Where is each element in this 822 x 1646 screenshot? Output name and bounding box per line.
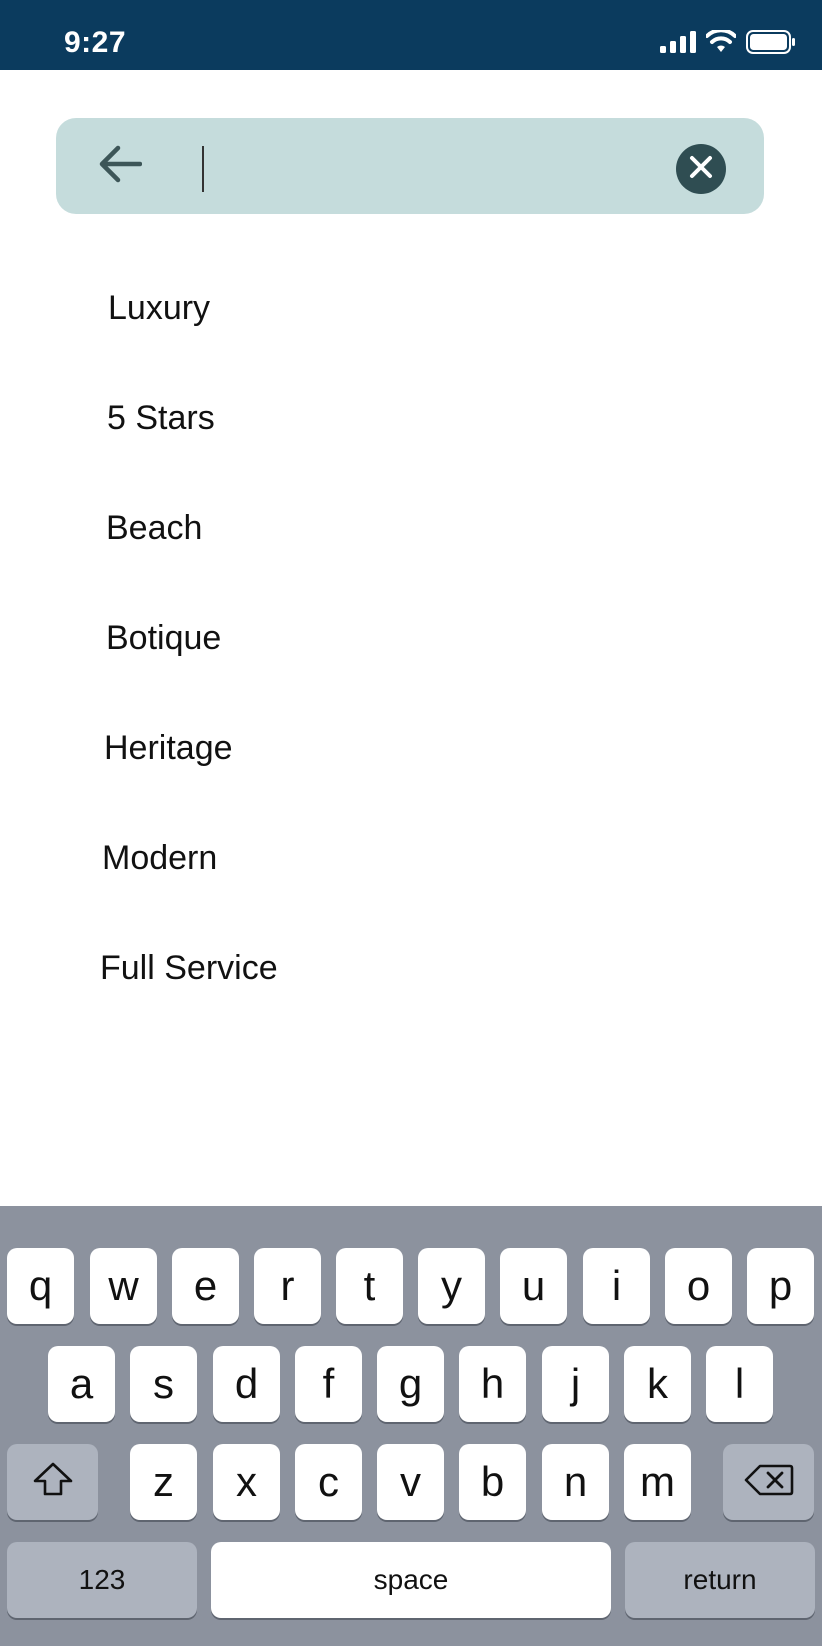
key-a[interactable]: a <box>48 1346 115 1422</box>
status-icons <box>660 28 796 59</box>
key-r[interactable]: r <box>254 1248 321 1324</box>
key-h[interactable]: h <box>459 1346 526 1422</box>
key-w[interactable]: w <box>90 1248 157 1324</box>
return-key[interactable]: return <box>625 1542 815 1618</box>
clear-circle-icon <box>689 155 713 184</box>
key-m[interactable]: m <box>624 1444 691 1520</box>
suggestion-item-beach[interactable]: Beach <box>106 508 202 548</box>
signal-icon <box>660 31 696 58</box>
key-x[interactable]: x <box>213 1444 280 1520</box>
key-k[interactable]: k <box>624 1346 691 1422</box>
search-input[interactable] <box>202 138 702 194</box>
search-bar <box>56 118 764 214</box>
status-bar: 9:27 <box>0 0 822 70</box>
space-key[interactable]: space <box>211 1542 611 1618</box>
key-q[interactable]: q <box>7 1248 74 1324</box>
wifi-icon <box>705 28 737 59</box>
key-d[interactable]: d <box>213 1346 280 1422</box>
backspace-icon <box>744 1458 794 1506</box>
key-y[interactable]: y <box>418 1248 485 1324</box>
key-z[interactable]: z <box>130 1444 197 1520</box>
suggestion-item-heritage[interactable]: Heritage <box>104 728 233 768</box>
suggestion-item-full-service[interactable]: Full Service <box>100 948 278 988</box>
key-g[interactable]: g <box>377 1346 444 1422</box>
key-j[interactable]: j <box>542 1346 609 1422</box>
suggestion-item-luxury[interactable]: Luxury <box>108 288 210 328</box>
key-n[interactable]: n <box>542 1444 609 1520</box>
numbers-key[interactable]: 123 <box>7 1542 197 1618</box>
shift-icon <box>32 1458 74 1506</box>
shift-key[interactable] <box>7 1444 98 1520</box>
keyboard: q w e r t y u i o p a s d f g h j k l z … <box>0 1206 822 1646</box>
key-c[interactable]: c <box>295 1444 362 1520</box>
text-cursor <box>202 146 204 192</box>
suggestion-item-5-stars[interactable]: 5 Stars <box>107 398 215 438</box>
key-t[interactable]: t <box>336 1248 403 1324</box>
key-f[interactable]: f <box>295 1346 362 1422</box>
key-p[interactable]: p <box>747 1248 814 1324</box>
status-time: 9:27 <box>64 26 127 59</box>
suggestion-item-botique[interactable]: Botique <box>106 618 221 658</box>
key-b[interactable]: b <box>459 1444 526 1520</box>
key-v[interactable]: v <box>377 1444 444 1520</box>
suggestion-item-modern[interactable]: Modern <box>102 838 217 878</box>
key-o[interactable]: o <box>665 1248 732 1324</box>
key-i[interactable]: i <box>583 1248 650 1324</box>
key-u[interactable]: u <box>500 1248 567 1324</box>
battery-icon <box>746 30 796 59</box>
key-s[interactable]: s <box>130 1346 197 1422</box>
clear-button[interactable] <box>676 144 726 194</box>
delete-key[interactable] <box>723 1444 814 1520</box>
arrow-left-icon <box>98 144 143 189</box>
back-button[interactable] <box>96 144 144 188</box>
key-e[interactable]: e <box>172 1248 239 1324</box>
key-l[interactable]: l <box>706 1346 773 1422</box>
